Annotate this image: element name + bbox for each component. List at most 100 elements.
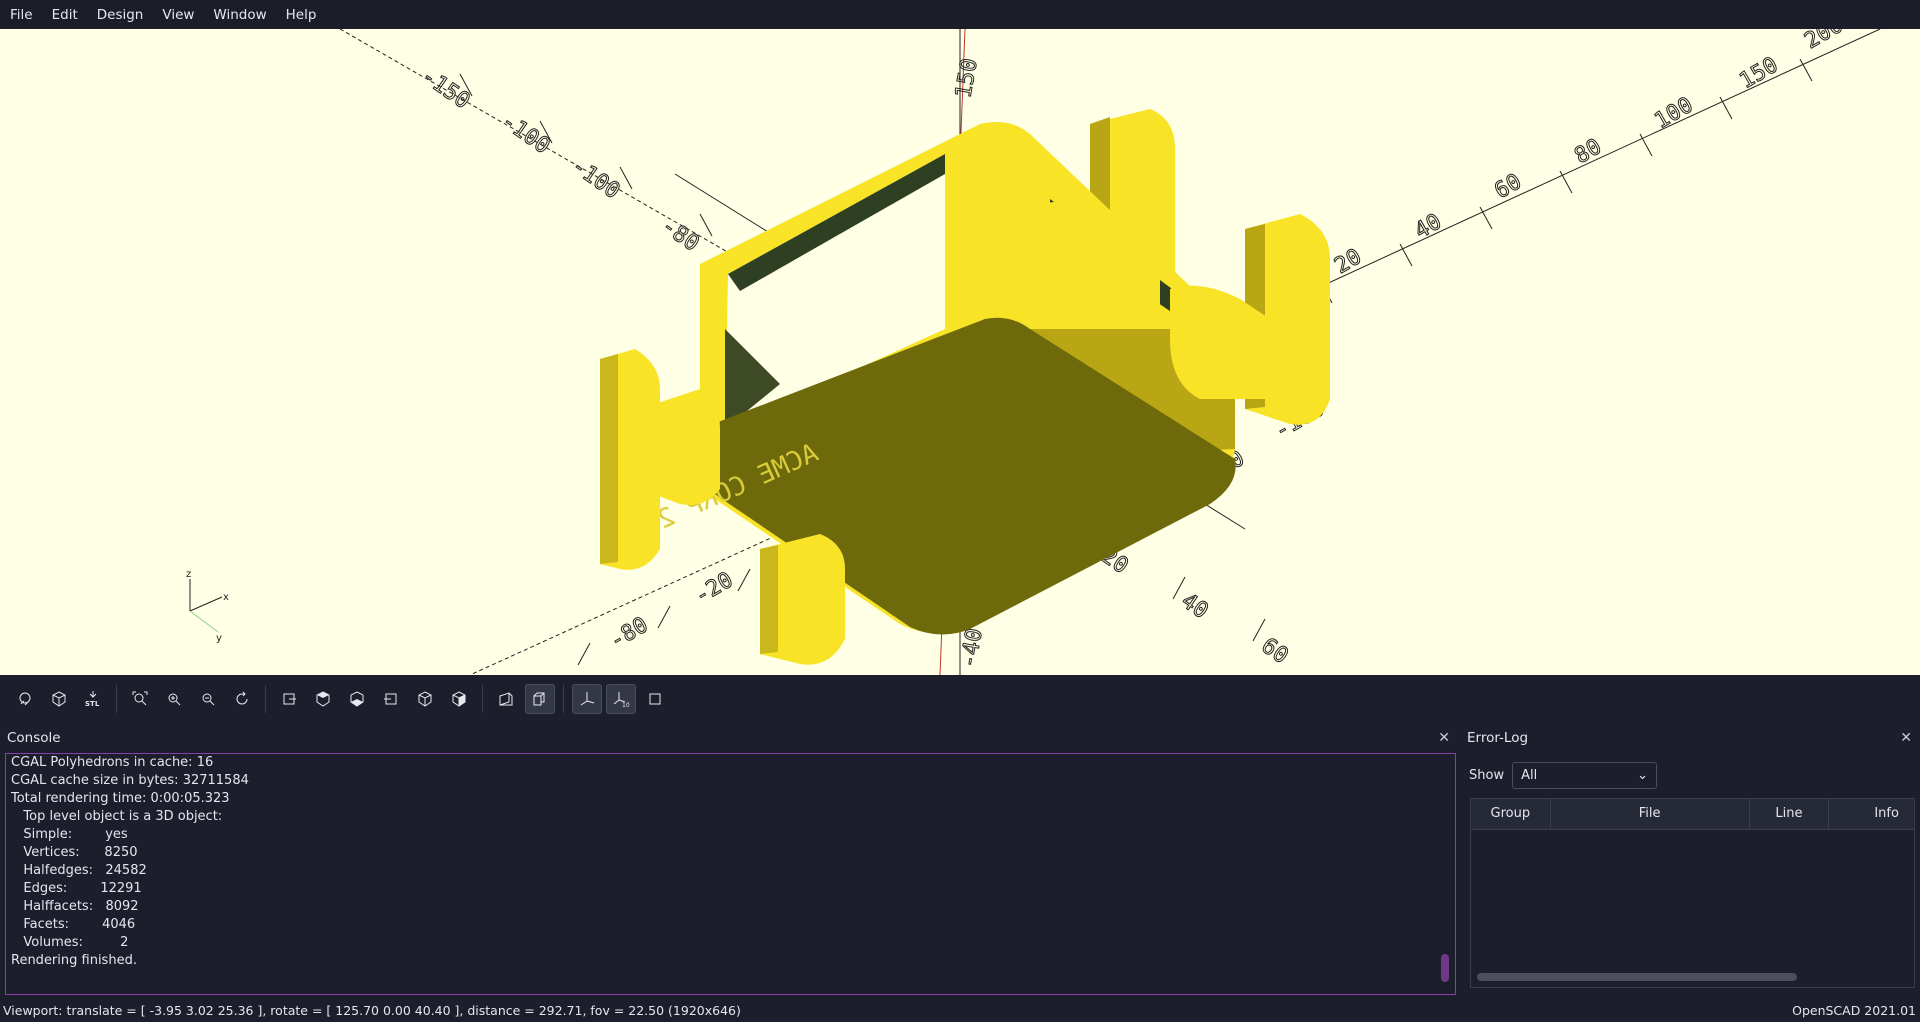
edges-icon (649, 693, 661, 705)
gizmo-y-label: y (216, 633, 222, 644)
tick-label: 150 (1736, 53, 1783, 95)
horizontal-scrollbar[interactable] (1477, 973, 1797, 981)
tick-label: -40 (956, 627, 988, 670)
toolbar-separator (482, 685, 483, 713)
zoom-in-button[interactable] (159, 684, 189, 714)
view-right-button[interactable] (274, 684, 304, 714)
axes-icon (580, 692, 595, 706)
tick-label: -100 (497, 108, 555, 159)
console-line: Total rendering time: 0:00:05.323 (11, 791, 230, 806)
column-header-group[interactable]: Group (1471, 799, 1551, 829)
console-line: Edges: 12291 (11, 881, 142, 896)
show-scale-button[interactable]: 10 (606, 684, 636, 714)
render-icon (52, 691, 66, 707)
column-header-line[interactable]: Line (1750, 799, 1830, 829)
gizmo-z-label: z (186, 569, 191, 580)
3d-viewport[interactable]: 200 150 100 80 60 40 20 -100 -200 150 -2… (0, 29, 1920, 675)
error-log-title: Error-Log ✕ (1463, 724, 1920, 752)
svg-text:10: 10 (622, 702, 630, 708)
tick-label: 40 (1177, 588, 1213, 624)
tick-label: -100 (567, 153, 625, 204)
console-line: CGAL cache size in bytes: 32711584 (11, 773, 249, 788)
perspective-icon (499, 692, 513, 706)
preview-icon (19, 692, 31, 706)
export-stl-button[interactable]: STL (78, 684, 108, 714)
view-left-button[interactable] (376, 684, 406, 714)
axes-gizmo: z x y (186, 569, 229, 644)
zoom-out-icon (202, 693, 215, 706)
console-title-text: Console (7, 730, 61, 746)
version-label: OpenSCAD 2021.01 (1792, 1003, 1916, 1018)
column-header-info[interactable]: Info (1829, 799, 1914, 829)
orthogonal-button[interactable] (525, 684, 555, 714)
toolbar-separator (265, 685, 266, 713)
show-select-value: All (1521, 768, 1538, 783)
error-log-table[interactable]: Group File Line Info (1470, 798, 1915, 988)
column-header-file[interactable]: File (1551, 799, 1750, 829)
view-front-button[interactable] (410, 684, 440, 714)
svg-text:STL: STL (85, 700, 100, 708)
console-line: CGAL Polyhedrons in cache: 16 (11, 755, 214, 770)
viewport-scene: 200 150 100 80 60 40 20 -100 -200 150 -2… (186, 29, 1881, 675)
tick-label: 100 (1651, 93, 1698, 135)
tick-label: 20 (1331, 244, 1366, 279)
view-bottom-icon (350, 691, 364, 707)
render-button[interactable] (44, 684, 74, 714)
console-panel: Console ✕ CGAL Polyhedrons in cache: 16 … (3, 724, 1458, 995)
zoom-in-icon (168, 693, 181, 706)
console-output[interactable]: CGAL Polyhedrons in cache: 16 CGAL cache… (5, 753, 1456, 995)
toolbar-separator (563, 685, 564, 713)
console-scroll-thumb[interactable] (1441, 954, 1449, 982)
view-bottom-button[interactable] (342, 684, 372, 714)
console-line: Halfedges: 24582 (11, 863, 147, 878)
show-filter-select[interactable]: All ⌄ (1512, 762, 1658, 789)
view-right-icon (283, 693, 296, 705)
menu-file[interactable]: File (0, 7, 42, 23)
console-title: Console ✕ (3, 724, 1458, 752)
close-icon[interactable]: ✕ (1438, 724, 1450, 752)
menu-bar: File Edit Design View Window Help (0, 0, 1920, 29)
view-back-button[interactable] (444, 684, 474, 714)
zoom-out-button[interactable] (193, 684, 223, 714)
console-line: Simple: yes (11, 827, 128, 842)
viewport-status: Viewport: translate = [ -3.95 3.02 25.36… (3, 1003, 741, 1018)
console-line: Volumes: 2 (11, 935, 129, 950)
tick-label: 60 (1257, 633, 1293, 669)
reset-view-button[interactable] (227, 684, 257, 714)
console-line: Facets: 4046 (11, 917, 136, 932)
view-top-icon (316, 691, 330, 707)
console-line: Vertices: 8250 (11, 845, 138, 860)
preview-button[interactable] (10, 684, 40, 714)
tick-label: 200 (1801, 29, 1848, 54)
toolbar-separator (116, 685, 117, 713)
tick-label: 60 (1491, 169, 1526, 204)
show-axes-button[interactable] (572, 684, 602, 714)
menu-help[interactable]: Help (276, 7, 326, 23)
menu-design[interactable]: Design (87, 7, 153, 23)
perspective-button[interactable] (491, 684, 521, 714)
show-filter-row: Show All ⌄ (1469, 762, 1658, 789)
view-front-icon (418, 691, 432, 707)
view-toolbar: STL 10 (0, 675, 1920, 723)
tick-label: 80 (1571, 134, 1606, 169)
view-back-icon (452, 691, 466, 707)
tick-label: 150 (951, 57, 983, 100)
close-icon[interactable]: ✕ (1900, 724, 1912, 752)
status-bar: Viewport: translate = [ -3.95 3.02 25.36… (0, 999, 1920, 1022)
show-edges-button[interactable] (640, 684, 670, 714)
orthogonal-icon (533, 692, 545, 706)
table-header: Group File Line Info (1471, 799, 1914, 830)
menu-edit[interactable]: Edit (42, 7, 87, 23)
console-line: Halffacets: 8092 (11, 899, 139, 914)
menu-window[interactable]: Window (203, 7, 275, 23)
zoom-fit-icon (132, 691, 148, 706)
menu-view[interactable]: View (152, 7, 203, 23)
view-top-button[interactable] (308, 684, 338, 714)
tick-label: 40 (1411, 209, 1446, 244)
console-scrollbar[interactable] (1441, 764, 1449, 986)
view-all-button[interactable] (125, 684, 155, 714)
reset-view-icon (236, 691, 248, 705)
scale-markers-icon: 10 (613, 692, 630, 708)
tick-label: -150 (417, 63, 475, 114)
tick-label: -80 (657, 213, 704, 256)
